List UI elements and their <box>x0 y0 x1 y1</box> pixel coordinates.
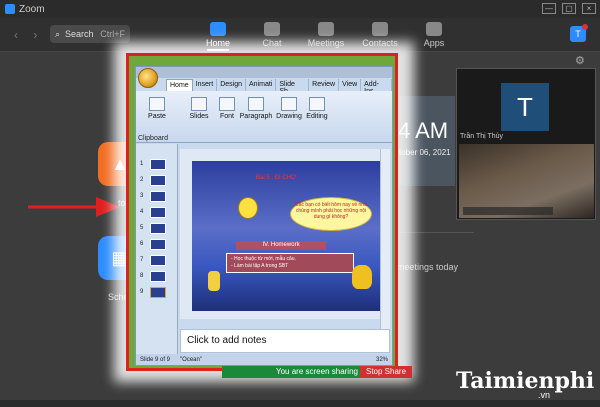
profile-avatar[interactable]: T <box>570 24 588 42</box>
slide-number: 9 <box>140 289 144 295</box>
homework-task: - Học thuộc từ mới, mẫu câu. <box>231 256 296 262</box>
paste-group[interactable]: Paste <box>142 93 172 141</box>
stop-share-button[interactable]: Stop Share <box>360 366 412 378</box>
slide-thumb-image <box>150 271 166 282</box>
home-icon <box>210 22 226 36</box>
duck-image <box>352 265 372 289</box>
powerpoint-window: Home Insert Design Animati Slide Sh Revi… <box>135 66 393 366</box>
child-image <box>208 271 220 291</box>
office-button[interactable] <box>138 68 158 88</box>
back-forward-arrows[interactable]: ‹ › <box>14 28 43 42</box>
theme-name: "Ocean" <box>180 356 202 363</box>
font-label: Font <box>219 113 234 120</box>
contacts-icon <box>372 22 388 36</box>
slide-title: Bài 5 : ĐI CHỢ <box>256 175 297 181</box>
participant-name: Trần Thị Thủy <box>460 133 504 140</box>
apps-icon <box>426 22 442 36</box>
ppt-status-bar: Slide 9 of 9 "Ocean" 32% <box>136 354 392 365</box>
slide-thumb-image <box>150 255 166 266</box>
slide-thumb[interactable]: 8 <box>140 270 174 284</box>
camera-feed <box>459 144 594 218</box>
slide-number: 2 <box>140 177 144 183</box>
search-shortcut: Ctrl+F <box>100 29 125 39</box>
drawing-label: Drawing <box>276 113 302 120</box>
slide-thumb-image <box>150 239 166 250</box>
clipboard-label: Clipboard <box>138 135 168 142</box>
taimienphi-logo: Taimienphi .vn <box>456 368 595 400</box>
paragraph-label: Paragraph <box>239 113 273 120</box>
chat-icon <box>264 22 280 36</box>
tab-apps[interactable]: Apps <box>414 20 454 51</box>
paragraph-icon <box>248 97 264 111</box>
font-icon <box>219 97 235 111</box>
slide-thumb[interactable]: 4 <box>140 206 174 220</box>
smiley-image <box>238 197 258 219</box>
window-controls: — ▢ × <box>542 3 596 14</box>
slide-number: 3 <box>140 193 144 199</box>
slides-label: Slides <box>189 113 209 120</box>
homework-box: - Học thuộc từ mới, mẫu câu. - Làm bài t… <box>226 253 354 273</box>
zoom-app-icon <box>5 4 15 14</box>
search-icon: ⌕ <box>55 28 61 39</box>
title-bar: Zoom — ▢ × <box>0 0 600 18</box>
slide-thumb[interactable]: 3 <box>140 190 174 204</box>
search-box[interactable]: ⌕ Search Ctrl+F <box>50 25 130 43</box>
slide-thumb[interactable]: 6 <box>140 238 174 252</box>
slide-editor[interactable]: Bài 5 : ĐI CHỢ Các bạn có biết hôm nay v… <box>180 149 382 319</box>
slide-thumb-image <box>150 191 166 202</box>
gear-icon[interactable]: ⚙ <box>575 54 585 67</box>
slide-number: 1 <box>140 161 144 167</box>
slide-thumb[interactable]: 7 <box>140 254 174 268</box>
red-arrow-annotation <box>28 197 120 217</box>
slide-thumb-selected[interactable]: 9 <box>140 286 174 300</box>
current-slide[interactable]: Bài 5 : ĐI CHỢ Các bạn có biết hôm nay v… <box>192 161 382 311</box>
participant-avatar: T <box>501 83 549 131</box>
drawing-icon <box>281 97 297 111</box>
editing-label: Editing <box>306 113 328 120</box>
search-label: Search <box>65 29 94 39</box>
slide-number: 4 <box>140 209 144 215</box>
ppt-title-bar <box>136 67 392 78</box>
close-button[interactable]: × <box>582 3 596 14</box>
slide-count: Slide 9 of 9 <box>140 356 171 363</box>
slide-thumbnail-list: 1 2 3 4 5 6 7 8 9 <box>136 144 178 354</box>
slide-thumb-image <box>150 175 166 186</box>
drawing-group[interactable]: Drawing <box>274 93 304 141</box>
window-title: Zoom <box>19 3 45 15</box>
zoom-level[interactable]: 32% <box>376 357 388 363</box>
tab-apps-label: Apps <box>423 38 445 48</box>
slide-thumb-image <box>150 223 166 234</box>
video-panel[interactable]: T Trần Thị Thủy <box>456 68 596 220</box>
video-toolbar[interactable] <box>463 207 553 215</box>
slide-thumb[interactable]: 5 <box>140 222 174 236</box>
slide-number: 7 <box>140 257 144 263</box>
paste-icon <box>149 97 165 111</box>
slide-thumb[interactable]: 2 <box>140 174 174 188</box>
slides-icon <box>191 97 207 111</box>
vertical-scrollbar[interactable] <box>380 149 390 329</box>
watermark-suffix: .vn <box>538 390 551 400</box>
bottom-bar <box>0 400 600 407</box>
minimize-button[interactable]: — <box>542 3 556 14</box>
slide-thumb-image <box>150 159 166 170</box>
slide-number: 6 <box>140 241 144 247</box>
homework-heading: IV. Homework <box>236 241 326 250</box>
paragraph-group[interactable]: Paragraph <box>238 93 274 141</box>
notes-pane[interactable]: Click to add notes <box>180 329 390 353</box>
clock-icon <box>318 22 334 36</box>
editing-group[interactable]: Editing <box>302 93 332 141</box>
slide-number: 8 <box>140 273 144 279</box>
slide-number: 5 <box>140 225 144 231</box>
ribbon: Paste Slides Font Paragraph Drawing Edit… <box>136 91 392 143</box>
slide-thumb-image <box>150 207 166 218</box>
homework-task: - Làm bài tập A trong SBT <box>231 263 289 269</box>
maximize-button[interactable]: ▢ <box>562 3 576 14</box>
speech-cloud: Các bạn có biết hôm nay về nhà chúng mìn… <box>290 197 372 231</box>
paste-label: Paste <box>148 113 166 120</box>
slides-group[interactable]: Slides <box>184 93 214 141</box>
editing-icon <box>309 97 325 111</box>
slide-thumb-image <box>150 287 166 298</box>
watermark-brand: Taimienphi <box>456 368 595 394</box>
slide-thumb[interactable]: 1 <box>140 158 174 172</box>
